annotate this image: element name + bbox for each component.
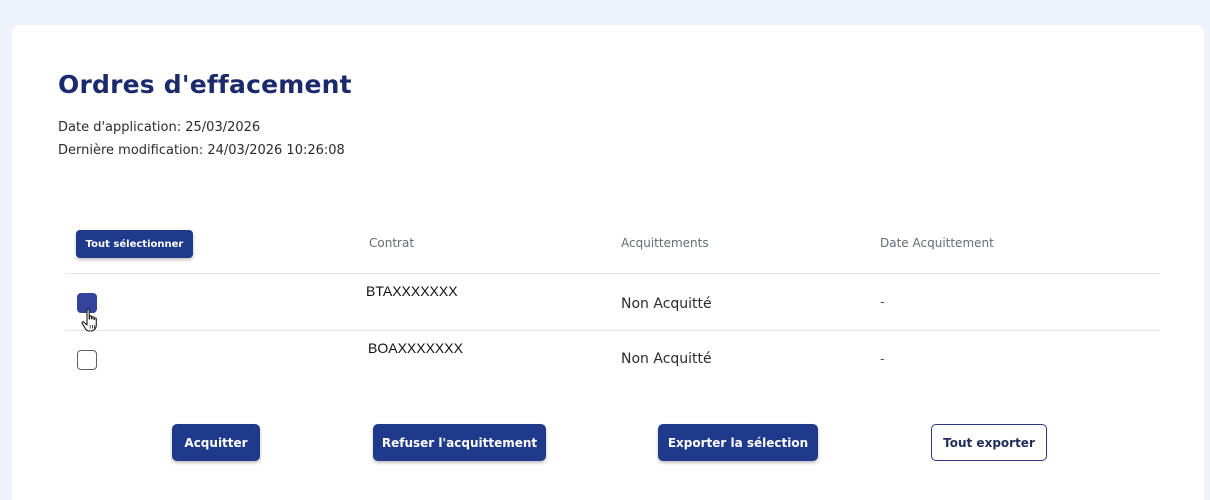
export-all-button[interactable]: Tout exporter	[931, 424, 1047, 461]
header-divider	[65, 273, 1160, 274]
column-header-contract: Contrat	[369, 236, 415, 250]
column-header-ack-date: Date Acquittement	[880, 236, 994, 250]
acknowledge-button[interactable]: Acquitter	[172, 424, 260, 461]
select-all-button[interactable]: Tout sélectionner	[76, 230, 193, 258]
row-1-ack-status: Non Acquitté	[621, 296, 712, 312]
last-modified: Dernière modification: 24/03/2026 10:26:…	[58, 143, 345, 158]
application-date: Date d'application: 25/03/2026	[58, 120, 261, 135]
row-2-ack-status: Non Acquitté	[621, 351, 712, 367]
row-1-contract: BTAXXXXXXX	[362, 281, 462, 301]
row-2-ack-date: -	[880, 352, 885, 367]
hand-pointer-icon	[81, 308, 97, 332]
row-2-contract: BOAXXXXXXX	[364, 338, 467, 358]
row-2-checkbox[interactable]	[77, 350, 97, 370]
column-header-acknowledgements: Acquittements	[621, 236, 709, 250]
page-title: Ordres d'effacement	[58, 70, 352, 99]
refuse-acknowledgement-button[interactable]: Refuser l'acquittement	[373, 424, 546, 461]
export-selection-button[interactable]: Exporter la sélection	[658, 424, 818, 461]
row-1-ack-date: -	[880, 295, 885, 310]
row-divider	[65, 330, 1160, 331]
